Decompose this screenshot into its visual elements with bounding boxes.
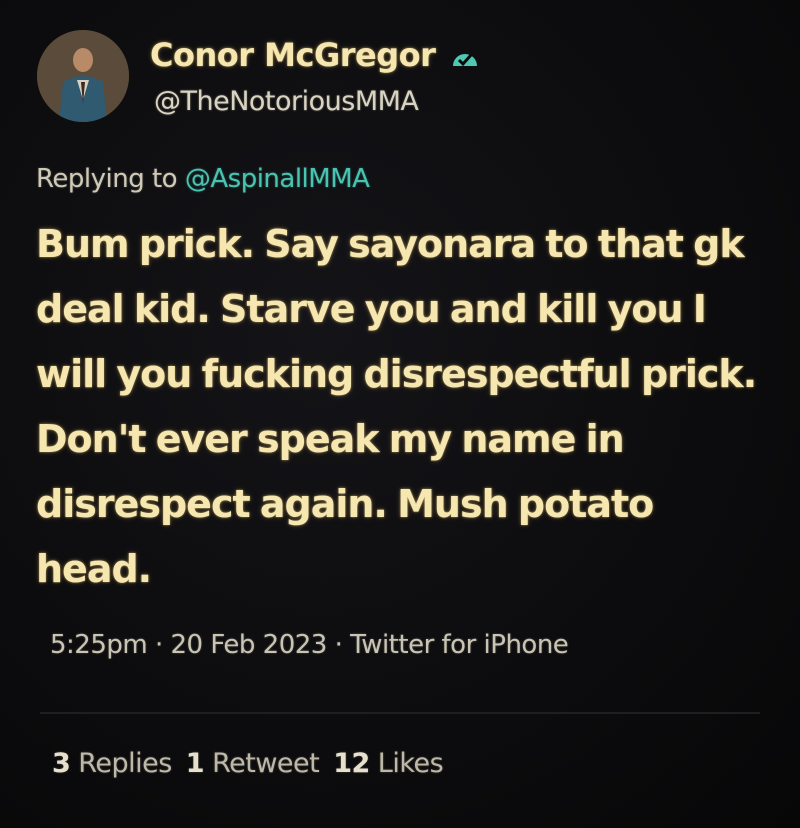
likes-stat[interactable]: 12 Likes (333, 748, 443, 779)
author-row: Conor McGregor (150, 36, 483, 74)
retweets-stat[interactable]: 1 Retweet (185, 748, 320, 779)
tweet-stats: 3 Replies 1 Retweet 12 Likes (52, 748, 444, 779)
reply-mention-link[interactable]: @AspinallMMA (185, 164, 370, 194)
avatar-image (37, 30, 129, 122)
tweet-meta: 5:25pm · 20 Feb 2023 · Twitter for iPhon… (50, 630, 569, 660)
tweet-screen: Conor McGregor @TheNotoriousMMA Replying… (0, 0, 800, 828)
verified-badge-icon (447, 40, 483, 70)
replies-label: Replies (78, 748, 172, 779)
reply-context: Replying to @AspinallMMA (36, 164, 370, 194)
reply-prefix: Replying to (36, 164, 178, 194)
tweet-text: Bum prick. Say sayonara to that gk deal … (36, 222, 757, 591)
avatar[interactable] (37, 30, 129, 122)
retweets-count: 1 (185, 748, 205, 779)
divider (40, 712, 760, 714)
retweets-label: Retweet (212, 748, 320, 779)
likes-label: Likes (377, 748, 444, 779)
likes-count: 12 (333, 748, 370, 779)
author-handle[interactable]: @TheNotoriousMMA (154, 86, 419, 117)
replies-count: 3 (52, 748, 71, 779)
author-name[interactable]: Conor McGregor (150, 36, 436, 74)
replies-stat[interactable]: 3 Replies (52, 748, 172, 779)
